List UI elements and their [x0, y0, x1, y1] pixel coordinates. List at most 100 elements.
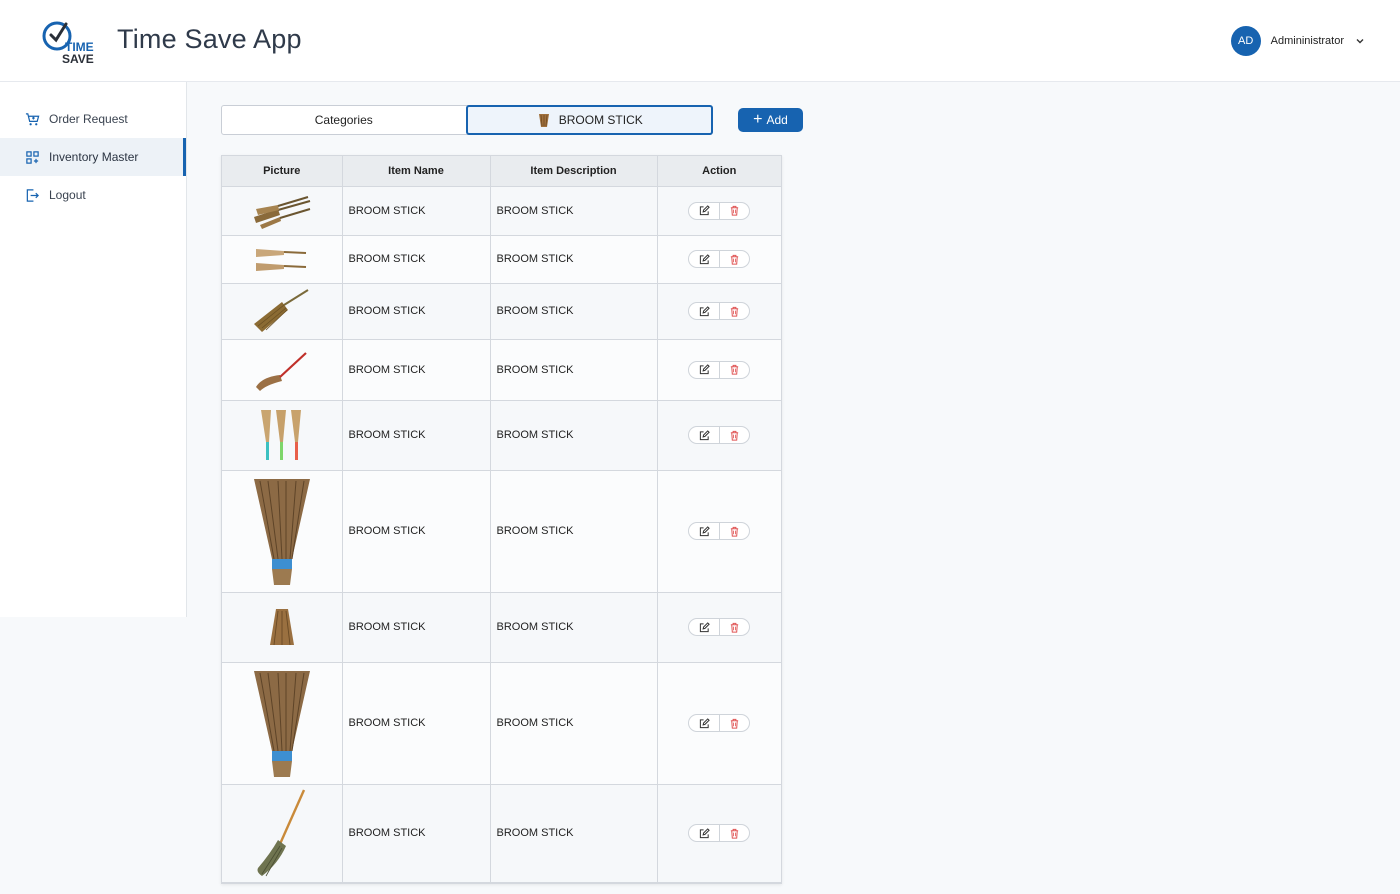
cart-icon	[25, 112, 40, 125]
item-name-cell: BROOM STICK	[342, 784, 491, 883]
delete-button[interactable]	[719, 619, 749, 635]
picture-cell	[222, 470, 343, 593]
picture-cell	[222, 662, 343, 785]
user-name: Admininistrator	[1270, 35, 1344, 47]
table-row: BROOM STICK BROOM STICK	[222, 339, 781, 401]
trash-icon	[731, 306, 739, 317]
edit-button[interactable]	[689, 427, 719, 443]
edit-icon	[699, 305, 710, 316]
logo-text-bottom: SAVE	[62, 52, 94, 66]
edit-button[interactable]	[689, 523, 719, 539]
delete-button[interactable]	[719, 427, 749, 443]
trash-icon	[731, 364, 739, 375]
delete-button[interactable]	[719, 523, 749, 539]
picture-cell	[222, 186, 343, 236]
broom-image	[253, 195, 311, 229]
tab-categories[interactable]: Categories	[222, 106, 466, 134]
column-header-picture: Picture	[222, 156, 343, 187]
inventory-table: Picture Item Name Item Description Actio…	[221, 155, 782, 884]
broom-image	[269, 609, 294, 646]
edit-button[interactable]	[689, 619, 719, 635]
broom-image	[253, 289, 309, 332]
edit-icon	[699, 429, 710, 440]
picture-cell	[222, 339, 343, 401]
item-name-cell: BROOM STICK	[342, 662, 491, 785]
edit-button[interactable]	[689, 303, 719, 319]
item-description-cell: BROOM STICK	[490, 592, 658, 663]
tab-broom-stick[interactable]: BROOM STICK	[465, 105, 713, 135]
delete-button[interactable]	[719, 251, 749, 267]
item-description-cell: BROOM STICK	[490, 470, 658, 593]
trash-icon	[731, 526, 739, 537]
picture-cell	[222, 283, 343, 340]
edit-icon	[699, 253, 710, 264]
edit-button[interactable]	[689, 715, 719, 731]
action-cell	[657, 235, 781, 284]
action-group	[688, 618, 751, 636]
trash-icon	[731, 718, 739, 729]
category-breadcrumb: Categories BROOM STICK	[221, 105, 713, 135]
edit-button[interactable]	[689, 251, 719, 267]
broom-image	[255, 249, 306, 271]
edit-icon	[699, 827, 710, 838]
action-cell	[657, 400, 781, 471]
action-group	[688, 426, 751, 444]
tab-label: BROOM STICK	[558, 113, 643, 127]
sidebar-item-logout[interactable]: Logout	[0, 176, 186, 214]
delete-button[interactable]	[719, 715, 749, 731]
sidebar-item-label: Order Request	[49, 112, 128, 126]
picture-cell	[222, 235, 343, 284]
table-row: BROOM STICK BROOM STICK	[222, 186, 781, 236]
picture-cell	[222, 784, 343, 883]
plus-icon: +	[753, 110, 763, 128]
edit-button[interactable]	[689, 825, 719, 841]
table-row: BROOM STICK BROOM STICK	[222, 592, 781, 663]
table-row: BROOM STICK BROOM STICK	[222, 283, 781, 340]
avatar: AD	[1230, 26, 1261, 56]
sidebar-item-inventory-master[interactable]: Inventory Master	[0, 138, 186, 176]
edit-button[interactable]	[689, 362, 719, 378]
action-cell	[657, 186, 781, 236]
delete-button[interactable]	[719, 303, 749, 319]
add-button[interactable]: + Add	[738, 108, 803, 132]
edit-icon	[699, 525, 710, 536]
trash-icon	[731, 828, 739, 839]
sidebar-item-order-request[interactable]: Order Request	[0, 100, 186, 138]
user-menu[interactable]: AD Admininistrator	[1230, 26, 1366, 56]
trash-icon	[731, 205, 739, 216]
edit-icon	[699, 205, 710, 216]
sidebar: Order Request Inventory Master Logout	[0, 82, 187, 617]
table-row: BROOM STICK BROOM STICK	[222, 784, 781, 883]
item-name-cell: BROOM STICK	[342, 283, 491, 340]
edit-icon	[699, 717, 710, 728]
item-name-cell: BROOM STICK	[342, 339, 491, 401]
edit-icon	[699, 621, 710, 632]
action-group	[688, 522, 751, 540]
grid-icon	[26, 150, 39, 164]
sidebar-item-label: Inventory Master	[49, 150, 139, 164]
logout-icon	[26, 188, 39, 202]
action-cell	[657, 592, 781, 663]
table-row: BROOM STICK BROOM STICK	[222, 400, 781, 471]
action-cell	[657, 339, 781, 401]
item-description-cell: BROOM STICK	[490, 186, 658, 236]
broom-icon	[538, 114, 549, 127]
action-group	[688, 824, 751, 842]
item-description-cell: BROOM STICK	[490, 235, 658, 284]
add-button-label: Add	[766, 113, 788, 127]
sidebar-item-label: Logout	[49, 188, 86, 202]
delete-button[interactable]	[719, 361, 749, 378]
action-group	[688, 250, 751, 268]
item-description-cell: BROOM STICK	[490, 339, 658, 401]
table-row: BROOM STICK BROOM STICK	[222, 662, 781, 785]
time-save-logo: TIME SAVE	[42, 21, 94, 66]
trash-icon	[731, 430, 739, 441]
delete-button[interactable]	[719, 202, 749, 219]
edit-button[interactable]	[689, 203, 719, 219]
broom-image	[255, 351, 307, 391]
item-name-cell: BROOM STICK	[342, 592, 491, 663]
picture-cell	[222, 400, 343, 471]
app-header: TIME SAVE Time Save App AD Admininistrat…	[0, 0, 1400, 82]
delete-button[interactable]	[719, 825, 749, 841]
item-description-cell: BROOM STICK	[490, 283, 658, 340]
